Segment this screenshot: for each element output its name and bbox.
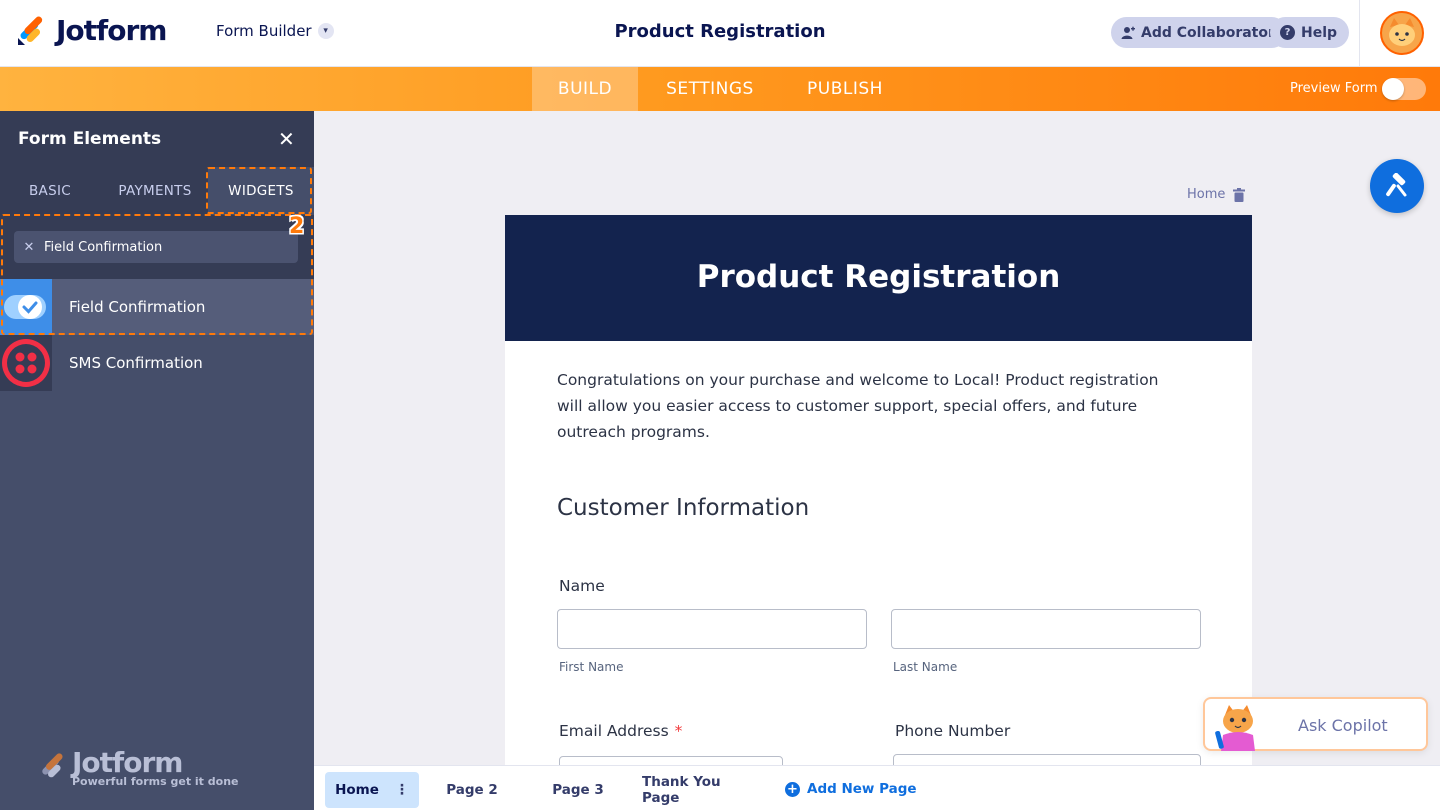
toggle-check-graphic: [4, 295, 46, 319]
page-tab-home[interactable]: Home ⋮: [325, 772, 419, 808]
tab-publish[interactable]: PUBLISH: [790, 67, 900, 111]
first-name-input[interactable]: [557, 609, 867, 649]
form-designer-button[interactable]: [1370, 159, 1424, 213]
form-builder-menu[interactable]: Form Builder ▾: [216, 22, 334, 40]
toggle-knob: [1382, 78, 1404, 100]
help-label: Help: [1301, 24, 1338, 41]
trash-icon[interactable]: [1233, 187, 1246, 202]
form-title: Product Registration: [696, 259, 1061, 295]
first-name-sublabel: First Name: [559, 660, 624, 674]
form-header[interactable]: Product Registration: [505, 215, 1252, 341]
panel-title: Form Elements: [18, 129, 162, 149]
form-builder-label: Form Builder: [216, 22, 312, 40]
tab-build[interactable]: BUILD: [532, 67, 638, 111]
email-label: Email Address *: [559, 722, 682, 740]
copilot-cat-icon: [1215, 705, 1255, 751]
name-label: Name: [559, 577, 605, 595]
widget-item-label: Field Confirmation: [69, 298, 206, 316]
page-tab-thank-you[interactable]: Thank You Page: [642, 772, 756, 808]
clear-search-icon[interactable]: ✕: [14, 240, 44, 255]
jotform-logo-icon: [18, 16, 43, 45]
widget-item-field-confirmation[interactable]: Field Confirmation: [0, 279, 314, 335]
twilio-sms-icon: [0, 335, 52, 391]
ask-copilot-label: Ask Copilot: [1298, 716, 1388, 735]
paint-roller-icon: [1386, 173, 1407, 197]
tab-basic[interactable]: BASIC: [0, 167, 100, 215]
twilio-graphic: [2, 339, 50, 387]
last-name-input[interactable]: [891, 609, 1201, 649]
chevron-down-icon: ▾: [317, 23, 334, 39]
add-new-page-label: Add New Page: [807, 781, 917, 797]
footer-tagline: Powerful forms get it done: [72, 775, 239, 788]
plus-icon: +: [785, 781, 800, 797]
section-heading[interactable]: Customer Information: [557, 495, 809, 521]
header-divider: [1359, 0, 1360, 67]
add-collaborator-label: Add Collaborator: [1141, 24, 1275, 41]
close-icon[interactable]: ✕: [278, 127, 295, 151]
form-preview-card: Product Registration Congratulations on …: [505, 215, 1252, 775]
field-confirmation-icon: [0, 279, 52, 335]
page-crumb: Home: [1187, 187, 1246, 202]
required-asterisk: *: [674, 722, 683, 740]
email-label-text: Email Address: [559, 722, 669, 740]
more-options-icon[interactable]: ⋮: [395, 782, 409, 798]
avatar[interactable]: [1380, 11, 1424, 55]
preview-form-label: Preview Form: [1290, 81, 1378, 96]
widget-search: ✕: [14, 231, 298, 263]
add-new-page-button[interactable]: + Add New Page: [785, 781, 917, 797]
last-name-sublabel: Last Name: [893, 660, 958, 674]
page-crumb-label: Home: [1187, 187, 1226, 202]
preview-form-toggle[interactable]: [1382, 78, 1426, 100]
phone-label: Phone Number: [895, 722, 1011, 740]
builder-nav: BUILD SETTINGS PUBLISH Preview Form: [0, 67, 1440, 111]
pages-bar: Home ⋮ Page 2 Page 3 Thank You Page + Ad…: [314, 765, 1440, 810]
page-tab-label: Home: [335, 782, 379, 798]
help-button[interactable]: ? Help: [1270, 17, 1350, 48]
cat-avatar-icon: [1382, 13, 1422, 53]
tab-payments[interactable]: PAYMENTS: [104, 167, 206, 215]
page-tab-page-3[interactable]: Page 3: [540, 772, 616, 808]
tab-settings[interactable]: SETTINGS: [648, 67, 772, 111]
form-elements-panel: Form Elements ✕ BASIC PAYMENTS WIDGETS ✕…: [0, 111, 314, 810]
step-number-badge: 2: [289, 214, 305, 239]
panel-header: Form Elements ✕: [0, 111, 314, 167]
add-collaborator-button[interactable]: Add Collaborator: [1111, 17, 1287, 48]
ask-copilot-button[interactable]: Ask Copilot: [1203, 697, 1428, 751]
page-tab-page-2[interactable]: Page 2: [434, 772, 510, 808]
search-area: ✕: [0, 215, 314, 279]
form-description[interactable]: Congratulations on your purchase and wel…: [557, 367, 1187, 445]
widget-item-sms-confirmation[interactable]: SMS Confirmation: [0, 335, 314, 391]
panel-footer-logo: Jotform Powerful forms get it done: [38, 746, 239, 788]
jotform-wordmark: Jotform: [56, 13, 167, 47]
help-icon: ?: [1280, 25, 1295, 40]
tab-widgets[interactable]: WIDGETS: [208, 167, 314, 215]
top-header: Jotform Form Builder ▾ Product Registrat…: [0, 0, 1440, 67]
widget-item-label: SMS Confirmation: [69, 354, 203, 372]
jotform-logo-icon: [42, 753, 63, 778]
add-user-icon: [1121, 26, 1135, 39]
jotform-logo[interactable]: Jotform: [16, 13, 167, 47]
panel-tabs: BASIC PAYMENTS WIDGETS: [0, 167, 314, 215]
search-input[interactable]: [44, 239, 284, 255]
